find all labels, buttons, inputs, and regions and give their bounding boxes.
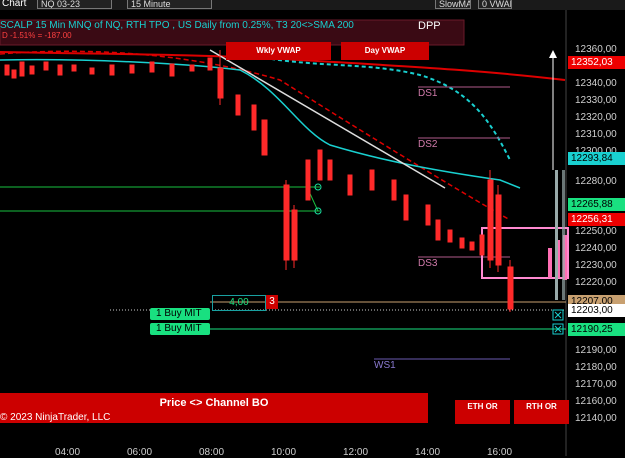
window-title: Chart <box>2 0 27 9</box>
price-tag-red: 12256,31 <box>568 213 625 226</box>
ds3-label: DS3 <box>418 258 438 269</box>
price-tag-green: 12190,25 <box>568 323 625 336</box>
dpp-label: DPP <box>418 20 441 32</box>
price-tag-red: 12352,03 <box>568 56 625 69</box>
copyright-text: © 2023 NinjaTrader, LLC <box>0 412 111 423</box>
price-tag-cyan: 12293,84 <box>568 152 625 165</box>
position-quantity[interactable]: 4,00 <box>212 295 266 311</box>
price-axis-label: 12250,00 <box>575 226 617 237</box>
price-axis-label: 12280,00 <box>575 176 617 187</box>
price-axis-label: 12330,00 <box>575 95 617 106</box>
interval-selector[interactable]: 15 Minute <box>127 0 212 9</box>
ds2-label: DS2 <box>418 139 438 150</box>
chart-panel[interactable]: SCALP 15 Min MNQ of NQ, RTH TPO , US Dai… <box>0 10 625 458</box>
price-channel-label: Price <> Channel BO <box>159 397 269 409</box>
indicator-vwap[interactable]: 0 VWAP <box>478 0 512 9</box>
time-axis-label: 14:00 <box>415 447 441 458</box>
price-axis-label: 12160,00 <box>575 396 617 407</box>
time-axis-label: 04:00 <box>55 447 81 458</box>
price-chart-canvas <box>0 10 569 456</box>
buy-mit-order-1[interactable]: 1 Buy MIT <box>150 308 210 320</box>
ds1-label: DS1 <box>418 88 438 99</box>
price-axis-label: 12180,00 <box>575 362 617 373</box>
time-axis-label: 10:00 <box>271 447 297 458</box>
chart-title: SCALP 15 Min MNQ of NQ, RTH TPO , US Dai… <box>0 20 354 31</box>
ws1-label: WS1 <box>374 360 396 371</box>
price-axis-label: 12170,00 <box>575 379 617 390</box>
time-axis-label: 16:00 <box>487 447 513 458</box>
time-axis-label: 12:00 <box>343 447 369 458</box>
indicator-slowma[interactable]: SlowMA <box>435 0 471 9</box>
eth-or-panel: ETH OR <box>455 400 510 424</box>
day-vwap-panel: Day VWAP <box>341 42 429 60</box>
chart-toolbar: Chart NQ 03-23 15 Minute SlowMA 0 VWAP <box>0 0 625 10</box>
instrument-selector[interactable]: NQ 03-23 <box>37 0 112 9</box>
price-axis-label: 12220,00 <box>575 277 617 288</box>
price-axis-label: 12360,00 <box>575 44 617 55</box>
price-axis-label: 12310,00 <box>575 129 617 140</box>
buy-mit-order-2[interactable]: 1 Buy MIT <box>150 323 210 335</box>
rth-or-panel: RTH OR <box>514 400 569 424</box>
price-tag-green: 12265,88 <box>568 198 625 211</box>
wkly-vwap-panel: Wkly VWAP <box>226 42 331 60</box>
price-axis-label: 12340,00 <box>575 78 617 89</box>
price-axis-label: 12140,00 <box>575 413 617 424</box>
price-axis-label: 12190,00 <box>575 345 617 356</box>
chart-subtitle: D -1.51% = -187.00 <box>2 31 72 40</box>
price-axis-label: 12240,00 <box>575 243 617 254</box>
price-axis-label: 12230,00 <box>575 260 617 271</box>
time-axis-label: 06:00 <box>127 447 153 458</box>
position-count[interactable]: 3 <box>266 295 278 309</box>
price-axis-label: 12320,00 <box>575 112 617 123</box>
price-tag-last: 12203,00 <box>568 304 625 317</box>
time-axis-label: 08:00 <box>199 447 225 458</box>
